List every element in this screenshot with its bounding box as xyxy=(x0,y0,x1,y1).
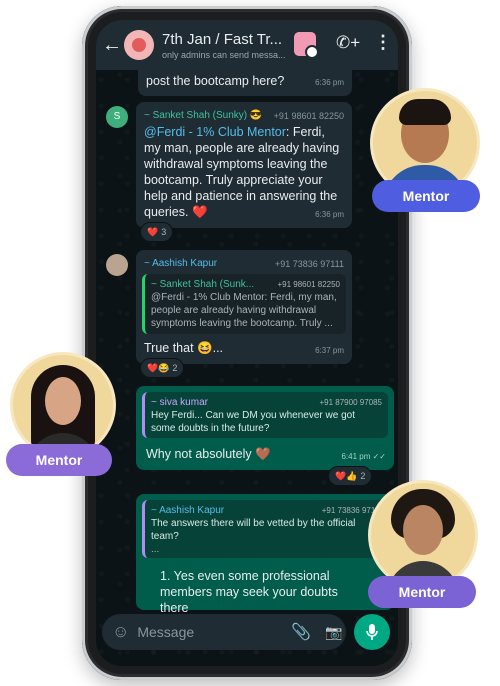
reaction-emoji: ❤️👍 xyxy=(335,470,358,481)
quote-phone: +91 98601 82250 xyxy=(277,280,340,289)
reaction-emoji: ❤️ xyxy=(147,226,159,237)
mentor-badge: Mentor xyxy=(368,576,476,608)
mentor-hair xyxy=(399,99,451,125)
avatar[interactable]: S xyxy=(106,106,128,128)
message-input-pill[interactable]: ☺ Message 📎 📷 xyxy=(102,614,346,650)
reaction-pill[interactable]: ❤️ 3 xyxy=(140,222,174,242)
message-time: 6:36 pm xyxy=(315,78,344,87)
message-time: 6:36 pm xyxy=(315,210,344,219)
message-time: 6:37 pm xyxy=(315,346,344,355)
back-arrow-icon[interactable]: ← xyxy=(102,34,122,57)
quoted-message[interactable]: ~ Aashish Kapur +91 73836 971... The ans… xyxy=(142,500,388,558)
reaction-emoji: ❤️😂 xyxy=(147,362,170,373)
chat-header: ← 7th Jan / Fast Tr... only admins can s… xyxy=(96,20,398,70)
quote-sender: ~ Aashish Kapur xyxy=(151,505,225,516)
message-composer: ☺ Message 📎 📷 xyxy=(96,614,398,654)
group-avatar[interactable] xyxy=(124,30,154,60)
message-bubble[interactable]: ~ Aashish Kapur +91 73836 97111 ~ Sanket… xyxy=(136,250,352,364)
quote-phone: +91 87900 97085 xyxy=(319,398,382,407)
message-text: post the bootcamp here? xyxy=(146,74,285,88)
quoted-message[interactable]: ~ siva kumar +91 87900 97085 Hey Ferdi..… xyxy=(142,392,388,438)
message-bubble[interactable]: post the bootcamp here? 6:36 pm xyxy=(138,70,352,96)
avatar[interactable] xyxy=(106,254,128,276)
reaction-count: 2 xyxy=(360,471,366,481)
mentor-face xyxy=(45,377,81,425)
message-time: 6:41 pm ✓✓ xyxy=(341,452,386,461)
emoji-icon[interactable]: ☺ xyxy=(112,622,129,642)
mentor-avatar-left-mid xyxy=(10,352,116,458)
mentor-badge: Mentor xyxy=(6,444,112,476)
message-bubble[interactable]: ~ Sanket Shah (Sunky) 😎 +91 98601 82250 … xyxy=(136,102,352,228)
reaction-count: 2 xyxy=(172,363,178,373)
mic-icon xyxy=(366,624,378,640)
message-text: : Ferdi, my man, people are already havi… xyxy=(144,125,340,219)
sender-name[interactable]: ~ Aashish Kapur xyxy=(144,256,217,272)
quoted-message[interactable]: ~ Sanket Shah (Sunk... +91 98601 82250 @… xyxy=(142,274,346,334)
message-text: 1. Yes even some professional members ma… xyxy=(160,569,338,615)
message-text: True that 😆... xyxy=(144,341,224,355)
chat-title-area[interactable]: 7th Jan / Fast Tr... only admins can sen… xyxy=(162,31,292,60)
chat-title: 7th Jan / Fast Tr... xyxy=(162,30,283,48)
mic-button[interactable] xyxy=(354,614,390,650)
quote-text: Hey Ferdi... Can we DM you whenever we g… xyxy=(151,410,355,434)
mentor-face xyxy=(403,505,443,555)
camera-icon[interactable]: 📷 xyxy=(325,624,342,641)
message-input[interactable]: Message xyxy=(137,624,287,640)
sender-phone: +91 98601 82250 xyxy=(273,111,344,121)
sticker-icon[interactable] xyxy=(294,32,319,59)
quote-more: ... xyxy=(151,544,160,555)
quote-text: @Ferdi - 1% Club Mentor: Ferdi, my man, … xyxy=(151,292,337,329)
sender-name[interactable]: ~ Sanket Shah (Sunky) 😎 xyxy=(144,108,262,124)
reaction-pill[interactable]: ❤️👍 2 xyxy=(328,466,373,486)
attach-icon[interactable]: 📎 xyxy=(291,622,311,642)
mentor-avatar-right-bottom xyxy=(368,480,478,590)
sender-phone: +91 73836 97111 xyxy=(275,259,344,269)
add-call-icon[interactable]: ✆+ xyxy=(336,33,360,53)
reaction-pill[interactable]: ❤️😂 2 xyxy=(140,358,185,378)
message-text: Why not absolutely 🤎 xyxy=(146,447,271,461)
message-body: @Ferdi - 1% Club Mentor: Ferdi, my man, … xyxy=(144,124,344,220)
chat-subtitle: only admins can send messa... xyxy=(162,49,286,60)
more-options-icon[interactable]: ⋮ xyxy=(374,32,392,53)
quote-text: The answers there will be vetted by the … xyxy=(151,518,356,542)
message-bubble[interactable]: ~ Aashish Kapur +91 73836 971... The ans… xyxy=(136,494,394,615)
message-bubble[interactable]: ~ siva kumar +91 87900 97085 Hey Ferdi..… xyxy=(136,386,394,470)
mention[interactable]: @Ferdi - 1% Club Mentor xyxy=(144,125,286,139)
quote-sender: ~ siva kumar xyxy=(151,397,208,408)
mentor-badge: Mentor xyxy=(372,180,480,212)
reaction-count: 3 xyxy=(161,227,167,237)
quote-sender: ~ Sanket Shah (Sunk... xyxy=(151,279,255,290)
chat-screen: ← 7th Jan / Fast Tr... only admins can s… xyxy=(96,20,398,666)
